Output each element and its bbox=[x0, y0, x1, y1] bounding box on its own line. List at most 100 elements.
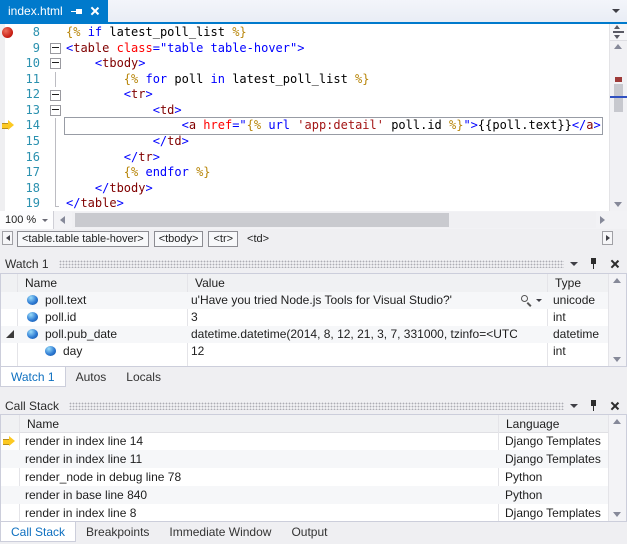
tab-autos[interactable]: Autos bbox=[66, 367, 117, 387]
watch-close-icon[interactable] bbox=[609, 259, 619, 269]
code-line-16[interactable]: 16 </tr> bbox=[0, 150, 610, 166]
scroll-right-arrow-icon[interactable] bbox=[600, 216, 605, 224]
watch-col-name[interactable]: Name bbox=[17, 274, 195, 292]
split-editor-handle[interactable] bbox=[610, 24, 627, 41]
frame-language: Python bbox=[505, 488, 542, 503]
line-number: 15 bbox=[8, 134, 40, 150]
breadcrumb-tag-2[interactable]: <tr> bbox=[208, 231, 238, 247]
callstack-scrollbar[interactable] bbox=[608, 415, 626, 521]
fold-line bbox=[55, 118, 56, 134]
scroll-up-arrow-icon[interactable] bbox=[613, 419, 621, 424]
document-list-chevron-icon[interactable] bbox=[612, 9, 620, 13]
scrollbar-caret-marker bbox=[610, 96, 627, 98]
chevron-down-icon[interactable] bbox=[536, 299, 542, 302]
zoom-level-value: 100 % bbox=[5, 214, 36, 226]
value-viewer-control[interactable] bbox=[520, 294, 542, 306]
breadcrumb-scroll-right-button[interactable] bbox=[602, 231, 613, 245]
watch-row-day[interactable]: day12int bbox=[1, 343, 609, 360]
code-line-13[interactable]: 13 <td> bbox=[0, 103, 610, 119]
watch-row-poll.text[interactable]: poll.textu'Have you tried Node.js Tools … bbox=[1, 292, 609, 309]
watch-row-poll.pub_date[interactable]: poll.pub_datedatetime.datetime(2014, 8, … bbox=[1, 326, 609, 343]
fold-margin bbox=[49, 134, 61, 150]
current-frame-arrow-icon bbox=[3, 436, 16, 446]
tab-watch-1[interactable]: Watch 1 bbox=[0, 367, 66, 387]
scroll-down-arrow-icon[interactable] bbox=[613, 512, 621, 517]
fold-margin bbox=[49, 118, 61, 134]
watch-pin-icon[interactable] bbox=[588, 258, 599, 269]
breadcrumb: <table.table table-hover> <tbody><tr> <td> bbox=[17, 229, 273, 248]
callstack-grid-header: Name Language bbox=[1, 415, 626, 433]
scroll-up-arrow-icon[interactable] bbox=[613, 278, 621, 283]
watch-scrollbar[interactable] bbox=[608, 274, 626, 366]
tab-index-html[interactable]: index.html bbox=[0, 0, 108, 22]
watch-rows: poll.textu'Have you tried Node.js Tools … bbox=[1, 292, 609, 366]
tab-breakpoints[interactable]: Breakpoints bbox=[76, 522, 159, 542]
code-line-12[interactable]: 12 <tr> bbox=[0, 87, 610, 103]
fold-collapse-icon[interactable] bbox=[50, 43, 61, 54]
code-line-8[interactable]: 8{% if latest_poll_list %} bbox=[0, 25, 610, 41]
tab-output[interactable]: Output bbox=[281, 522, 337, 542]
horizontal-scrollbar-thumb[interactable] bbox=[75, 213, 449, 227]
scroll-left-arrow-icon[interactable] bbox=[60, 216, 65, 224]
callstack-col-language[interactable]: Language bbox=[498, 415, 616, 432]
breadcrumb-tag-0[interactable]: <table.table table-hover> bbox=[17, 231, 149, 247]
callstack-frame-4[interactable]: render in index line 8Django Templates bbox=[1, 504, 609, 521]
tab-immediate-window[interactable]: Immediate Window bbox=[159, 522, 281, 542]
scroll-down-arrow-icon[interactable] bbox=[613, 357, 621, 362]
tab-call-stack[interactable]: Call Stack bbox=[0, 522, 76, 542]
breadcrumb-tag-1[interactable]: <tbody> bbox=[154, 231, 204, 247]
callstack-frame-3[interactable]: render in base line 840Python bbox=[1, 486, 609, 504]
code-line-18[interactable]: 18 </tbody> bbox=[0, 181, 610, 197]
watch-row-poll.id[interactable]: poll.id3int bbox=[1, 309, 609, 326]
watch-name: poll.pub_date bbox=[45, 327, 117, 342]
code-line-17[interactable]: 17 {% endfor %} bbox=[0, 165, 610, 181]
fold-collapse-icon[interactable] bbox=[50, 105, 61, 116]
callstack-panel-header[interactable]: Call Stack bbox=[0, 396, 627, 415]
code-editor[interactable]: 8{% if latest_poll_list %}9<table class=… bbox=[0, 24, 627, 211]
code-line-10[interactable]: 10 <tbody> bbox=[0, 56, 610, 72]
tab-locals[interactable]: Locals bbox=[116, 367, 171, 387]
panel-grip[interactable] bbox=[59, 260, 564, 268]
code-line-11[interactable]: 11 {% for poll in latest_poll_list %} bbox=[0, 72, 610, 88]
code-line-14[interactable]: 14 <a href="{% url 'app:detail' poll.id … bbox=[0, 118, 610, 134]
watch-col-type[interactable]: Type bbox=[547, 274, 615, 292]
editor-zoom-control[interactable]: 100 % bbox=[0, 211, 54, 229]
frame-language: Django Templates bbox=[505, 452, 601, 467]
callstack-pin-icon[interactable] bbox=[588, 400, 599, 411]
code-line-15[interactable]: 15 </td> bbox=[0, 134, 610, 150]
callstack-frame-1[interactable]: render in index line 11Django Templates bbox=[1, 450, 609, 468]
horizontal-scrollbar[interactable] bbox=[72, 212, 596, 228]
watch-menu-chevron-icon[interactable] bbox=[570, 262, 578, 266]
callstack-frame-0[interactable]: render in index line 14Django Templates bbox=[1, 432, 609, 450]
callstack-frame-2[interactable]: render_node in debug line 78Python bbox=[1, 468, 609, 486]
scroll-down-arrow-icon[interactable] bbox=[614, 202, 622, 207]
editor-vertical-scrollbar[interactable] bbox=[609, 24, 627, 211]
panel-grip[interactable] bbox=[69, 402, 564, 410]
code-line-9[interactable]: 9<table class="table table-hover"> bbox=[0, 41, 610, 57]
magnifier-icon[interactable] bbox=[520, 294, 532, 306]
fold-line bbox=[55, 150, 56, 166]
fold-collapse-icon[interactable] bbox=[50, 90, 61, 101]
watch-panel-header[interactable]: Watch 1 bbox=[0, 254, 627, 273]
scroll-up-arrow-icon[interactable] bbox=[614, 44, 622, 49]
watch-col-value[interactable]: Value bbox=[187, 274, 555, 292]
callstack-menu-chevron-icon[interactable] bbox=[570, 404, 578, 408]
close-icon[interactable] bbox=[90, 6, 100, 16]
code-text: </tbody> bbox=[66, 181, 153, 197]
fold-collapse-icon[interactable] bbox=[50, 58, 61, 69]
fold-margin bbox=[49, 196, 61, 211]
watch-value: u'Have you tried Node.js Tools for Visua… bbox=[191, 293, 517, 308]
watch-type: int bbox=[553, 344, 566, 359]
expander-icon[interactable] bbox=[6, 330, 14, 338]
code-line-19[interactable]: 19</table> bbox=[0, 196, 610, 211]
member-icon bbox=[27, 295, 38, 305]
callstack-col-name[interactable]: Name bbox=[19, 415, 327, 432]
fold-line bbox=[55, 134, 56, 150]
scrollbar-thumb[interactable] bbox=[614, 84, 623, 112]
callstack-close-icon[interactable] bbox=[609, 401, 619, 411]
breadcrumb-scroll-left-button[interactable] bbox=[2, 231, 13, 245]
fold-margin bbox=[49, 181, 61, 197]
visual-studio-debugger-window: index.html 8{% if latest_poll_list %}9<t… bbox=[0, 0, 627, 544]
pin-icon[interactable] bbox=[71, 6, 82, 17]
breadcrumb-tag-3[interactable]: <td> bbox=[243, 232, 273, 246]
